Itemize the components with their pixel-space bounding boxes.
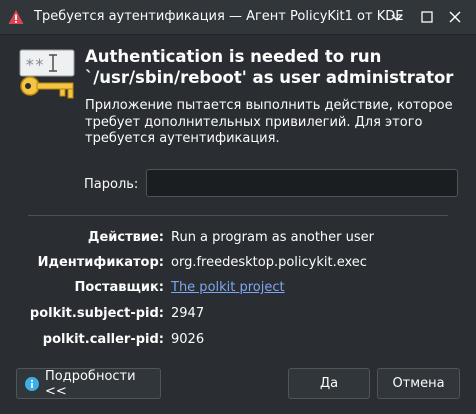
detail-label-vendor: Поставщик: [74, 280, 164, 295]
separator [28, 215, 448, 216]
password-input[interactable] [146, 169, 458, 197]
close-icon[interactable] [446, 8, 464, 26]
vendor-link[interactable]: The polkit project [171, 280, 285, 295]
detail-label-id: Идентификатор: [37, 255, 164, 270]
detail-value-action: Run a program as another user [171, 230, 374, 245]
svg-text:**: ** [25, 55, 44, 74]
detail-label-subject-pid: polkit.subject-pid: [29, 306, 164, 321]
ok-button[interactable]: Да [288, 368, 370, 399]
password-label: Пароль: [84, 177, 139, 192]
chevron-down-icon[interactable] [388, 8, 406, 26]
detail-label-caller-pid: polkit.caller-pid: [42, 332, 164, 347]
details-toggle-button[interactable]: Подробности << [16, 368, 161, 399]
detail-value-caller-pid: 9026 [171, 332, 205, 347]
auth-heading: Authentication is needed to run `/usr/sb… [85, 47, 454, 87]
detail-label-action: Действие: [87, 230, 164, 245]
window-title: Требуется аутентификация — Агент PolicyK… [34, 9, 404, 24]
maximize-icon[interactable] [418, 8, 436, 26]
cancel-button[interactable]: Отмена [377, 368, 460, 399]
details-button-label: Подробности << [45, 368, 136, 399]
warning-icon [8, 10, 24, 24]
password-key-icon: ** [19, 49, 75, 99]
detail-value-id: org.freedesktop.policykit.exec [171, 255, 367, 270]
auth-dialog: Требуется аутентификация — Агент PolicyK… [0, 0, 476, 414]
cancel-button-label: Отмена [392, 376, 445, 391]
ok-button-label: Да [319, 376, 339, 391]
auth-description: Приложение пытается выполнить действие, … [85, 98, 453, 146]
title-bar[interactable]: Требуется аутентификация — Агент PolicyK… [0, 0, 476, 35]
info-icon [25, 376, 39, 391]
detail-value-subject-pid: 2947 [171, 306, 205, 321]
